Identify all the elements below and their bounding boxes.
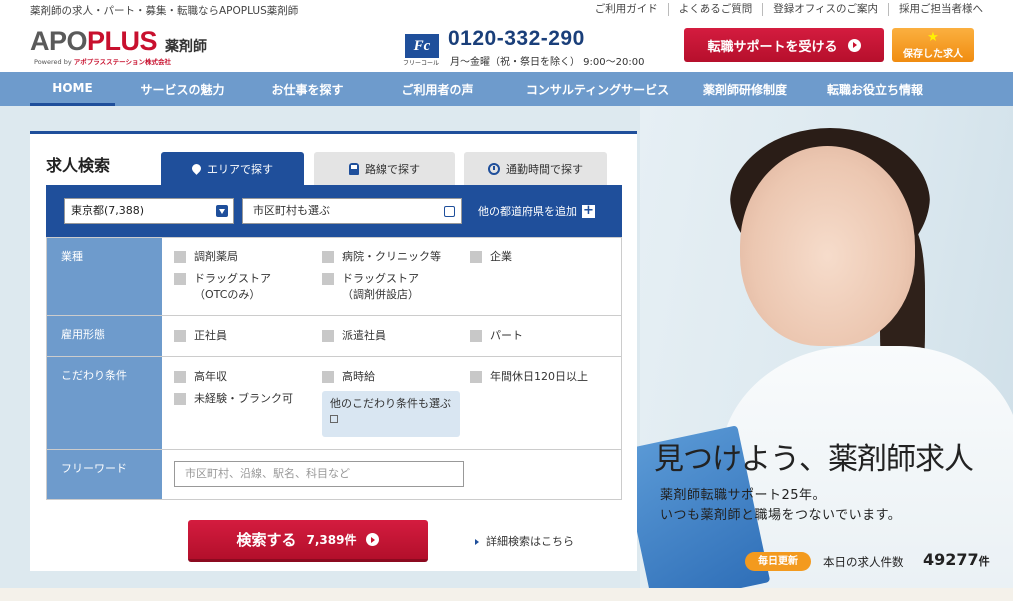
- hero-photo-face: [740, 146, 915, 346]
- map-pin-icon: [190, 162, 203, 175]
- arrow-circle-icon: [366, 533, 380, 546]
- row-industry: 業種 調剤薬局 病院・クリニック等 企業 ドラッグストア （OTCのみ） ドラッグ…: [47, 237, 621, 315]
- checkbox-parttime[interactable]: パート: [470, 328, 523, 344]
- hero-subtitle: 薬剤師転職サポート25年。 いつも薬剤師と職場をつないでいます。: [660, 486, 901, 526]
- external-window-icon: [444, 206, 455, 217]
- link-faq[interactable]: よくあるご質問: [667, 3, 763, 16]
- checkbox-inexperienced[interactable]: 未経験・ブランク可: [174, 391, 293, 407]
- search-button-label: 検索する: [236, 531, 297, 549]
- search-button[interactable]: 検索する 7,389件: [188, 520, 428, 562]
- nav-home[interactable]: HOME: [30, 72, 115, 106]
- link-offices[interactable]: 登録オフィスのご案内: [762, 3, 888, 16]
- conditions-label: こだわり条件: [47, 357, 162, 449]
- phone-number[interactable]: 0120-332-290: [448, 27, 585, 51]
- nav-career-info[interactable]: 転職お役立ち情報: [805, 72, 945, 106]
- prefecture-select[interactable]: 東京都(7,388): [64, 198, 234, 224]
- plus-icon: +: [582, 202, 595, 218]
- tab-search-area[interactable]: エリアで探す: [161, 152, 304, 185]
- clock-icon: [488, 162, 500, 175]
- hero-title: 見つけよう、薬剤師求人: [654, 442, 974, 477]
- nav-find-jobs[interactable]: お仕事を探す: [250, 72, 365, 106]
- top-links: ご利用ガイド よくあるご質問 登録オフィスのご案内 採用ご担当者様へ: [585, 3, 993, 16]
- job-count-label: 本日の求人件数: [823, 555, 904, 569]
- search-title: 求人検索: [46, 156, 111, 175]
- logo-prefix: APO: [30, 26, 88, 56]
- checkbox-fulltime[interactable]: 正社員: [174, 328, 227, 344]
- site-logo[interactable]: APOPLUS 薬剤師 Powered by アポプラスステーション株式会社: [30, 26, 220, 68]
- link-recruiters[interactable]: 採用ご担当者様へ: [888, 3, 993, 16]
- tab-search-commute[interactable]: 通勤時間で探す: [464, 152, 607, 185]
- freecall-icon: Fc: [405, 34, 439, 58]
- main-nav: HOME サービスの魅力 お仕事を探す ご利用者の声 コンサルティングサービス …: [0, 72, 1013, 106]
- area-select-bar: 東京都(7,388) 市区町村も選ぶ 他の都道府県を追加 +: [46, 185, 622, 237]
- search-form-table: 業種 調剤薬局 病院・クリニック等 企業 ドラッグストア （OTCのみ） ドラッグ…: [46, 237, 622, 500]
- saved-jobs-label: 保存した求人: [903, 49, 963, 60]
- chevron-down-icon: [216, 205, 228, 217]
- site-tagline: 薬剤師の求人・パート・募集・転職ならAPOPLUS薬剤師: [30, 5, 299, 17]
- row-employment: 雇用形態 正社員 派遣社員 パート: [47, 315, 621, 356]
- city-select[interactable]: 市区町村も選ぶ: [242, 198, 462, 224]
- checkbox-company[interactable]: 企業: [470, 249, 512, 265]
- train-icon: [349, 162, 359, 175]
- freeword-label: フリーワード: [47, 450, 162, 499]
- saved-jobs-button[interactable]: ★ 保存した求人: [892, 28, 974, 62]
- top-bar: 薬剤師の求人・パート・募集・転職ならAPOPLUS薬剤師 ご利用ガイド よくある…: [0, 0, 1013, 20]
- search-result-count: 7,389件: [306, 533, 357, 547]
- arrow-circle-icon: [847, 38, 861, 52]
- freeword-input[interactable]: 市区町村、沿線、駅名、科目など: [174, 461, 464, 487]
- job-search-panel: 求人検索 エリアで探す 路線で探す 通勤時間で探す 東京都(7,388) 市区町…: [30, 131, 637, 571]
- daily-update-badge: 毎日更新: [745, 552, 811, 571]
- checkbox-drugstore-dispensing[interactable]: ドラッグストア （調剤併設店）: [322, 271, 419, 303]
- industry-label: 業種: [47, 238, 162, 315]
- hero-banner: 見つけよう、薬剤師求人 薬剤師転職サポート25年。 いつも薬剤師と職場をつないで…: [619, 106, 1013, 588]
- logo-plus: PLUS: [87, 26, 158, 56]
- hero-subtitle-line2: いつも薬剤師と職場をつないでいます。: [660, 508, 902, 523]
- link-usage-guide[interactable]: ご利用ガイド: [585, 3, 668, 16]
- external-window-icon: [330, 415, 338, 423]
- checkbox-high-hourly[interactable]: 高時給: [322, 369, 375, 385]
- checkbox-dispatch[interactable]: 派遣社員: [322, 328, 386, 344]
- nav-service[interactable]: サービスの魅力: [115, 72, 250, 106]
- hero-subtitle-line1: 薬剤師転職サポート25年。: [660, 488, 827, 503]
- checkbox-high-income[interactable]: 高年収: [174, 369, 227, 385]
- tab-search-line[interactable]: 路線で探す: [314, 152, 455, 185]
- checkbox-drugstore-otc[interactable]: ドラッグストア （OTCのみ）: [174, 271, 271, 303]
- footer-strip: [0, 588, 1013, 601]
- freecall-label: フリーコール: [403, 60, 440, 67]
- checkbox-holidays-120[interactable]: 年間休日120日以上: [470, 369, 588, 385]
- checkbox-pharmacy[interactable]: 調剤薬局: [174, 249, 238, 265]
- job-count: 49277件: [923, 550, 990, 569]
- phone-hours: 月～金曜（祝・祭日を除く） 9:00～20:00: [450, 57, 645, 68]
- career-support-label: 転職サポートを受ける: [707, 39, 838, 55]
- add-prefecture-button[interactable]: 他の都道府県を追加 +: [478, 203, 595, 219]
- nav-testimonials[interactable]: ご利用者の声: [365, 72, 510, 106]
- more-conditions-button[interactable]: 他のこだわり条件も選ぶ: [322, 391, 460, 437]
- star-icon: ★: [927, 30, 939, 45]
- logo-powered-by: Powered by アポプラスステーション株式会社: [34, 58, 171, 66]
- employment-label: 雇用形態: [47, 316, 162, 356]
- nav-training[interactable]: 薬剤師研修制度: [685, 72, 805, 106]
- nav-consulting[interactable]: コンサルティングサービス: [510, 72, 685, 106]
- row-freeword: フリーワード 市区町村、沿線、駅名、科目など: [47, 449, 621, 499]
- logo-subtitle: 薬剤師: [165, 39, 207, 55]
- main-area: 見つけよう、薬剤師求人 薬剤師転職サポート25年。 いつも薬剤師と職場をつないで…: [0, 106, 1013, 588]
- row-conditions: こだわり条件 高年収 高時給 年間休日120日以上 未経験・ブランク可 他のこだ…: [47, 356, 621, 449]
- advanced-search-link[interactable]: 詳細検索はこちら: [475, 533, 574, 549]
- career-support-button[interactable]: 転職サポートを受ける: [684, 28, 884, 62]
- checkbox-hospital[interactable]: 病院・クリニック等: [322, 249, 441, 265]
